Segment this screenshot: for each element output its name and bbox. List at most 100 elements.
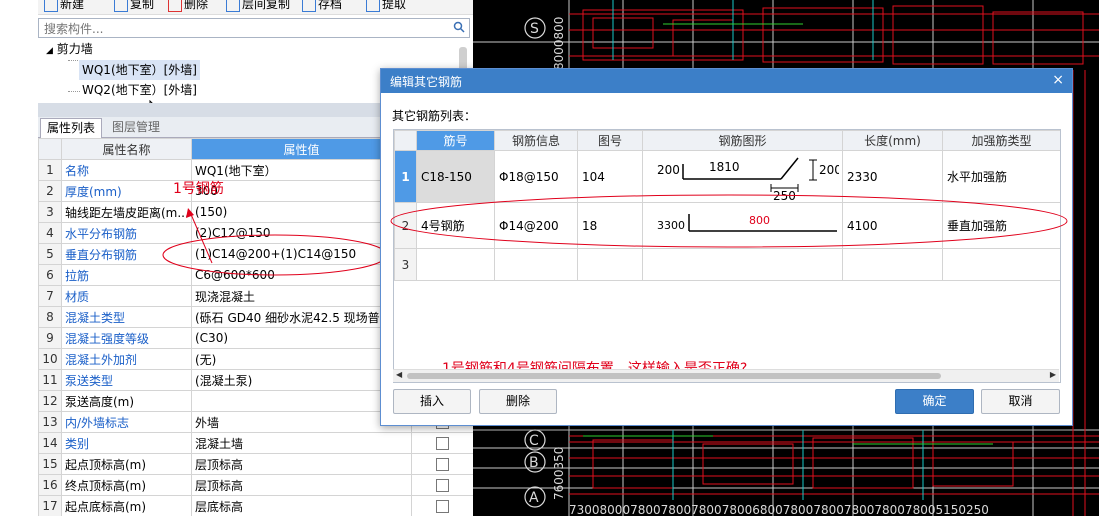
table-row[interactable]: 15 起点顶标高(m) 层顶标高 (38, 453, 473, 475)
delete-button[interactable]: 删除 (479, 389, 557, 414)
save-icon (302, 0, 316, 12)
property-name: 终点顶标高(m) (61, 474, 192, 496)
tree-item-label: WQ2(地下室）[外墙] (82, 83, 197, 97)
property-value[interactable]: (C30) (191, 327, 412, 349)
tree-group-label: 剪力墙 (56, 42, 93, 56)
table-row[interactable]: 17 起点底标高(m) 层底标高 (38, 495, 473, 516)
search-input[interactable] (42, 20, 446, 38)
cad-axis-label: S (530, 21, 539, 37)
property-name: 混凝土外加剂 (61, 348, 192, 370)
attribute-checkbox[interactable] (436, 458, 449, 471)
tree-group-shear-wall[interactable]: ◢ 剪力墙 (46, 39, 93, 59)
property-value[interactable]: (无) (191, 348, 412, 370)
column-header-bar-shape[interactable]: 钢筋图形 (642, 130, 843, 151)
dialog-title: 编辑其它钢筋 (390, 75, 463, 89)
property-name: 混凝土强度等级 (61, 327, 192, 349)
table-row[interactable]: 16 终点顶标高(m) 层顶标高 (38, 474, 473, 496)
column-header-bar-info[interactable]: 钢筋信息 (494, 130, 578, 151)
column-header-name: 属性名称 (61, 138, 192, 160)
row-number: 11 (38, 369, 62, 391)
property-name: 起点底标高(m) (61, 495, 192, 516)
toolbar-button-label: 删除 (184, 0, 209, 11)
row-number: 12 (38, 390, 62, 412)
table-row[interactable]: 14 类别 混凝土墙 (38, 432, 473, 454)
column-header-reinforce-type[interactable]: 加强筋类型 (942, 130, 1060, 151)
search-box[interactable] (38, 18, 470, 38)
attribute-checkbox[interactable] (436, 479, 449, 492)
cad-axis-label: B (529, 455, 539, 471)
column-header-bar-no[interactable]: 筋号 (416, 130, 495, 151)
copy-icon (114, 0, 128, 12)
search-icon[interactable] (453, 21, 465, 33)
property-value[interactable]: 层顶标高 (191, 474, 412, 496)
toolbar-button[interactable]: 存档 (302, 0, 342, 13)
column-header-length[interactable]: 长度(mm) (842, 130, 943, 151)
property-value[interactable]: WQ1(地下室） (191, 159, 412, 181)
cad-dimension-text: 7300800078007800780078006800780078007800… (569, 503, 989, 516)
toolbar-button-label: 层间复制 (242, 0, 291, 11)
property-name: 类别 (61, 432, 192, 454)
column-header-figure-no[interactable]: 图号 (577, 130, 643, 151)
toolbar-button[interactable]: 提取 (366, 0, 406, 13)
delete-icon (168, 0, 182, 12)
row-number: 4 (38, 222, 62, 244)
row-number: 5 (38, 243, 62, 265)
dialog-title-bar[interactable]: 编辑其它钢筋 × (381, 69, 1072, 93)
close-icon[interactable]: × (1052, 72, 1064, 88)
row-number: 3 (38, 201, 62, 223)
scrollbar-thumb[interactable] (407, 373, 941, 379)
row-number: 15 (38, 453, 62, 475)
cell-bar-info[interactable] (494, 248, 578, 281)
attribute-checkbox[interactable] (436, 500, 449, 513)
property-attr-cell (411, 432, 473, 454)
property-value[interactable]: 层底标高 (191, 495, 412, 516)
toolbar-button-label: 新建 (60, 0, 85, 11)
toolbar-button[interactable]: 复制 (114, 0, 154, 13)
new-button[interactable]: 新建 (44, 0, 84, 13)
cell-reinforce-type[interactable] (942, 248, 1060, 281)
property-attr-cell (411, 474, 473, 496)
rebar-list-label: 其它钢筋列表： (392, 109, 477, 123)
tree-item-wq2[interactable]: WQ2(地下室）[外墙] (79, 80, 200, 100)
insert-button[interactable]: 插入 (393, 389, 471, 414)
new-icon (44, 0, 58, 12)
row-number: 6 (38, 264, 62, 286)
floor-copy-icon (226, 0, 240, 12)
tree-item-wq1[interactable]: WQ1(地下室）[外墙] (79, 60, 200, 80)
toolbar-button[interactable]: 层间复制 (226, 0, 290, 13)
horizontal-scrollbar[interactable]: ◀ ▶ (393, 369, 1059, 382)
row-number: 8 (38, 306, 62, 328)
property-value[interactable]: (混凝土泵) (191, 369, 412, 391)
cad-axis-label: C (529, 433, 539, 449)
cad-dimension-text: 7600350 (552, 447, 566, 500)
property-value[interactable]: (砾石 GD40 细砂水泥42.5 现场普 (191, 306, 412, 328)
cell-length[interactable] (842, 248, 943, 281)
property-name: 内/外墙标志 (61, 411, 192, 433)
rebar-table-corner (394, 130, 417, 151)
rebar-table-container: 筋号 钢筋信息 图号 钢筋图形 长度(mm) 加强筋类型 1 C18-150 Φ… (393, 129, 1061, 383)
attribute-checkbox[interactable] (436, 437, 449, 450)
toolbar-button[interactable]: 删除 (168, 0, 208, 13)
tab-property-list[interactable]: 属性列表 (40, 118, 103, 138)
ok-button[interactable]: 确定 (895, 389, 974, 414)
shape-dim-2: 1810 (709, 160, 740, 174)
tab-layer-management[interactable]: 图层管理 (106, 118, 166, 137)
cell-bar-shape[interactable] (642, 248, 843, 281)
row-number: 1 (38, 159, 62, 181)
row-number[interactable]: 3 (394, 248, 417, 281)
collapse-triangle-icon[interactable]: ◢ (46, 46, 53, 56)
cancel-button[interactable]: 取消 (981, 389, 1060, 414)
property-name: 起点顶标高(m) (61, 453, 192, 475)
table-row[interactable]: 3 (394, 248, 1060, 281)
row-number: 16 (38, 474, 62, 496)
scroll-right-icon[interactable]: ▶ (1050, 370, 1056, 379)
cad-dimension-text: 8000800 (552, 17, 566, 70)
edit-other-rebar-dialog: 编辑其它钢筋 × 其它钢筋列表： 筋号 钢筋信息 图号 钢筋图形 长度(mm) … (380, 68, 1073, 426)
property-value[interactable]: 外墙 (191, 411, 412, 433)
property-value[interactable]: 层顶标高 (191, 453, 412, 475)
scroll-left-icon[interactable]: ◀ (396, 370, 402, 379)
property-value[interactable]: 混凝土墙 (191, 432, 412, 454)
property-value[interactable] (191, 390, 412, 412)
cell-figure-no[interactable] (577, 248, 643, 281)
cell-bar-no[interactable] (416, 248, 495, 281)
